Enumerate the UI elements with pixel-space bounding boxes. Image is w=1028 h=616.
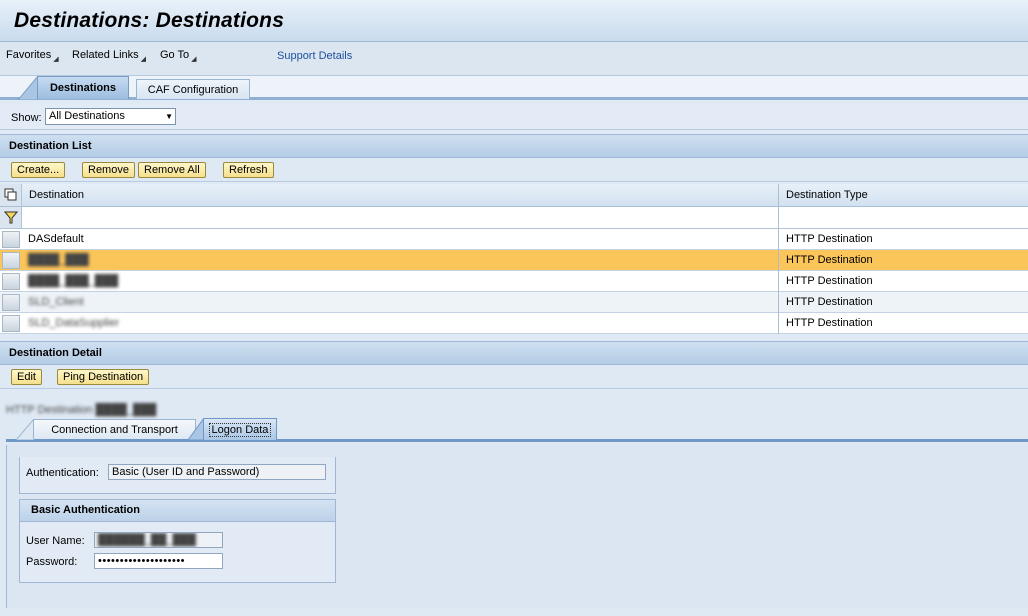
column-divider <box>778 229 779 250</box>
row-selector[interactable] <box>2 273 20 290</box>
go-to-menu[interactable]: Go To ◢ <box>160 49 197 63</box>
destination-name: DASdefault <box>28 233 84 245</box>
tab-slant-shape <box>18 76 38 100</box>
destination-detail-toolbar: Edit Ping Destination <box>0 365 1028 389</box>
tab-caf-configuration-label: CAF Configuration <box>147 83 239 96</box>
select-all-cell[interactable] <box>0 184 22 206</box>
basic-authentication-group: Basic Authentication User Name: ██████_█… <box>19 499 336 583</box>
column-header-destination[interactable]: Destination <box>29 189 84 201</box>
filter-icon <box>4 211 18 224</box>
column-divider <box>778 313 779 334</box>
tab-connection-and-transport-label: Connection and Transport <box>51 423 178 436</box>
destination-type: HTTP Destination <box>786 296 873 308</box>
tab-logon-data-label: Logon Data <box>208 422 272 437</box>
go-to-menu-label: Go To <box>160 49 190 61</box>
column-divider <box>778 207 779 228</box>
chevron-down-icon: ▼ <box>165 112 173 121</box>
destination-list-title: Destination List <box>9 140 92 152</box>
basic-authentication-title: Basic Authentication <box>31 504 140 516</box>
destination-name: ████_███ <box>28 254 89 266</box>
destination-name: SLD_DataSupplier <box>28 317 120 329</box>
table-filter-row <box>0 207 1028 229</box>
table-row[interactable]: SLD_Client HTTP Destination <box>0 292 1028 313</box>
table-row[interactable]: SLD_DataSupplier HTTP Destination <box>0 313 1028 334</box>
column-header-destination-type[interactable]: Destination Type <box>786 189 868 201</box>
related-links-menu[interactable]: Related Links ◢ <box>72 49 146 63</box>
column-divider <box>778 184 779 206</box>
show-dropdown-value: All Destinations <box>49 110 125 122</box>
ping-destination-button[interactable]: Ping Destination <box>57 369 150 385</box>
show-filter-bar: Show: All Destinations ▼ <box>0 104 1028 130</box>
tab-slant-shape <box>16 419 34 440</box>
show-label: Show: <box>11 112 42 124</box>
row-selector[interactable] <box>2 294 20 311</box>
authentication-field[interactable]: Basic (User ID and Password) <box>108 464 326 480</box>
main-tabstrip: Destinations CAF Configuration <box>0 76 1028 100</box>
dropdown-triangle-icon: ◢ <box>53 56 59 63</box>
column-divider <box>778 271 779 292</box>
destination-type: HTTP Destination <box>786 254 873 266</box>
edit-button[interactable]: Edit <box>11 369 42 385</box>
destination-type: HTTP Destination <box>786 233 873 245</box>
row-selector[interactable] <box>2 315 20 332</box>
tab-destinations-label: Destinations <box>49 82 116 94</box>
page-title: Destinations: Destinations <box>14 9 285 32</box>
related-links-menu-label: Related Links <box>72 49 139 61</box>
tab-connection-and-transport[interactable]: Connection and Transport <box>33 419 196 439</box>
row-selector[interactable] <box>2 252 20 269</box>
destination-name: ████_███_███ <box>28 275 119 287</box>
authentication-group: Authentication: Basic (User ID and Passw… <box>19 457 336 494</box>
destination-type: HTTP Destination <box>786 317 873 329</box>
tab-destinations[interactable]: Destinations <box>37 76 129 99</box>
column-divider <box>778 250 779 271</box>
destination-caption: HTTP Destination ████_███ <box>6 404 157 416</box>
table-row-selected[interactable]: ████_███ HTTP Destination <box>0 250 1028 271</box>
destination-list-toolbar: Create... Remove Remove All Refresh <box>0 158 1028 182</box>
authentication-label: Authentication: <box>26 467 99 479</box>
basic-authentication-header: Basic Authentication <box>20 500 335 522</box>
destination-type: HTTP Destination <box>786 275 873 287</box>
select-all-icon <box>4 188 17 201</box>
title-bar: Destinations: Destinations <box>0 0 1028 42</box>
tab-caf-configuration[interactable]: CAF Configuration <box>136 79 250 99</box>
destination-list-header: Destination List <box>0 134 1028 158</box>
detail-tabstrip: Connection and Transport Logon Data <box>6 418 1028 442</box>
filter-toggle-cell[interactable] <box>0 207 22 228</box>
menu-bar: Favorites ◢ Related Links ◢ Go To ◢ Supp… <box>0 42 1028 76</box>
row-selector[interactable] <box>2 231 20 248</box>
password-label: Password: <box>26 556 78 568</box>
destination-name: SLD_Client <box>28 296 84 308</box>
tab-slant-shape <box>188 418 204 440</box>
tab-logon-data[interactable]: Logon Data <box>203 418 277 440</box>
table-row[interactable]: DASdefault HTTP Destination <box>0 229 1028 250</box>
user-name-field[interactable]: ██████_██_███ <box>94 532 223 548</box>
favorites-menu-label: Favorites <box>6 49 52 61</box>
dropdown-triangle-icon: ◢ <box>140 56 147 63</box>
refresh-button[interactable]: Refresh <box>223 162 274 178</box>
table-header-row: Destination Destination Type <box>0 184 1028 207</box>
remove-all-button[interactable]: Remove All <box>138 162 206 178</box>
remove-button[interactable]: Remove <box>82 162 135 178</box>
column-divider <box>778 292 779 313</box>
favorites-menu[interactable]: Favorites ◢ <box>6 49 59 63</box>
logon-data-panel: Authentication: Basic (User ID and Passw… <box>6 445 1028 608</box>
dropdown-triangle-icon: ◢ <box>191 56 197 63</box>
user-name-value: ██████_██_███ <box>98 534 196 546</box>
create-button[interactable]: Create... <box>11 162 66 178</box>
support-details-link[interactable]: Support Details <box>277 50 352 62</box>
table-row[interactable]: ████_███_███ HTTP Destination <box>0 271 1028 292</box>
password-field[interactable]: •••••••••••••••••••• <box>94 553 223 569</box>
destination-detail-title: Destination Detail <box>9 347 102 359</box>
destination-detail-header: Destination Detail <box>0 341 1028 365</box>
show-dropdown[interactable]: All Destinations ▼ <box>45 108 176 125</box>
user-name-label: User Name: <box>26 535 85 547</box>
